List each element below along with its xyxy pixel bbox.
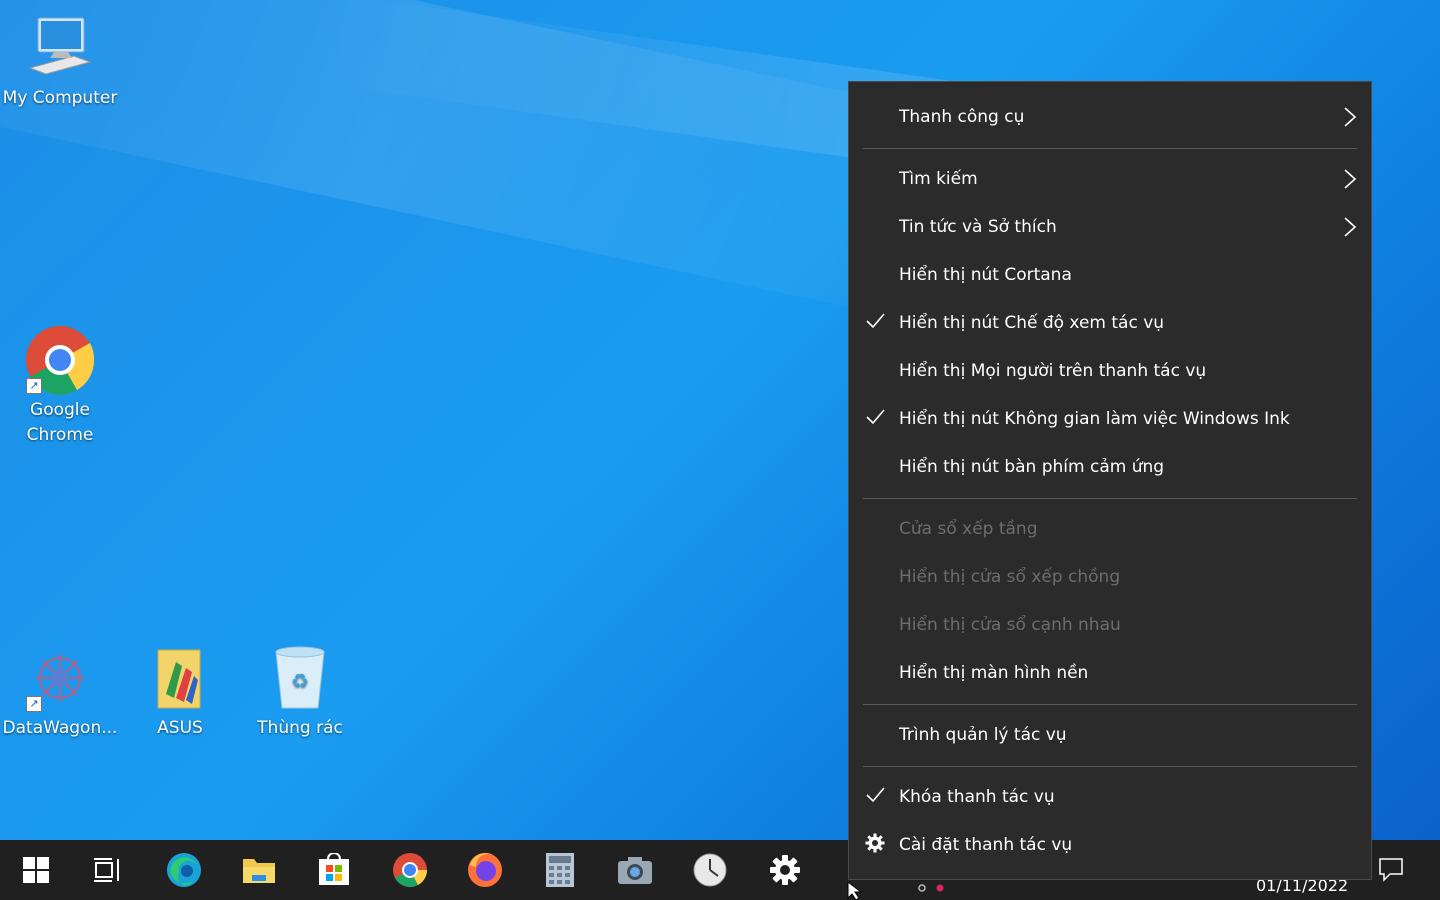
menu-item-label: Cài đặt thanh tác vụ (899, 835, 1073, 855)
task-view-button[interactable] (86, 850, 130, 890)
chevron-right-icon (1344, 169, 1357, 189)
menu-item-news-interests[interactable]: Tin tức và Sở thích (849, 204, 1371, 252)
menu-item-search[interactable]: Tìm kiếm (849, 156, 1371, 204)
chevron-right-icon (1344, 217, 1357, 237)
menu-item-show-people[interactable]: Hiển thị Mọi người trên thanh tác vụ (849, 348, 1371, 396)
desktop-icon-my-computer[interactable]: My Computer (0, 12, 120, 111)
menu-item-label: Hiển thị cửa sổ xếp chồng (899, 567, 1121, 587)
menu-separator (863, 148, 1357, 149)
clock-icon (693, 853, 727, 887)
svg-text:♻: ♻ (291, 669, 309, 693)
recycle-bin-icon: ♻ (264, 642, 336, 714)
file-explorer-icon (243, 859, 275, 883)
calculator-app[interactable] (538, 850, 582, 890)
menu-item-stacked-windows: Hiển thị cửa sổ xếp chồng (849, 554, 1371, 602)
settings-app[interactable] (763, 850, 807, 890)
menu-item-label: Thanh công cụ (899, 107, 1025, 127)
desktop-icon-datawagon[interactable]: ↗ DataWagon... (0, 642, 120, 741)
menu-item-label: Hiển thị nút bàn phím cảm ứng (899, 457, 1165, 477)
desktop-icon-label: My Computer (2, 88, 118, 108)
store-app[interactable] (312, 850, 356, 890)
taskbar-context-menu: Thanh công cụ Tìm kiếm Tin tức và Sở thí… (848, 81, 1372, 880)
tray-status-icons[interactable] (918, 878, 948, 897)
menu-separator (863, 766, 1357, 767)
desktop-icon-label: Google Chrome (26, 400, 94, 445)
menu-item-show-task-view[interactable]: Hiển thị nút Chế độ xem tác vụ (849, 300, 1371, 348)
checkmark-icon (866, 313, 885, 329)
menu-item-label: Cửa sổ xếp tầng (899, 519, 1038, 539)
menu-item-task-manager[interactable]: Trình quản lý tác vụ (849, 712, 1371, 760)
chrome-icon: ↗ (24, 324, 96, 396)
shortcut-arrow-icon: ↗ (26, 378, 42, 394)
firefox-app[interactable] (463, 850, 507, 890)
menu-item-label: Hiển thị nút Cortana (899, 265, 1072, 285)
menu-item-lock-taskbar[interactable]: Khóa thanh tác vụ (849, 774, 1371, 822)
settings-icon (770, 855, 800, 885)
edge-icon (167, 853, 201, 887)
menu-item-label: Tìm kiếm (899, 169, 978, 189)
datawagon-icon: ↗ (24, 642, 96, 714)
mouse-cursor-icon (847, 880, 863, 900)
chevron-right-icon (1344, 107, 1357, 127)
chrome-app[interactable] (388, 850, 432, 890)
checkmark-icon (866, 409, 885, 425)
desktop-icon-recycle-bin[interactable]: ♻ Thùng rác (240, 642, 360, 741)
menu-item-show-touch-keyboard[interactable]: Hiển thị nút bàn phím cảm ứng (849, 444, 1371, 492)
gear-icon (865, 833, 885, 853)
shortcut-arrow-icon: ↗ (26, 696, 42, 712)
notification-icon[interactable] (1378, 856, 1404, 886)
menu-item-show-desktop[interactable]: Hiển thị màn hình nền (849, 650, 1371, 698)
edge-app[interactable] (162, 850, 206, 890)
menu-item-cascade-windows: Cửa sổ xếp tầng (849, 506, 1371, 554)
camera-icon (618, 857, 652, 884)
menu-separator (863, 704, 1357, 705)
menu-item-label: Hiển thị Mọi người trên thanh tác vụ (899, 361, 1207, 381)
desktop-icon-google-chrome[interactable]: ↗ Google Chrome (0, 324, 120, 448)
desktop-icon-label: Thùng rác (257, 718, 343, 738)
folder-icon (144, 642, 216, 714)
menu-item-label: Tin tức và Sở thích (899, 217, 1057, 237)
menu-item-show-windows-ink[interactable]: Hiển thị nút Không gian làm việc Windows… (849, 396, 1371, 444)
menu-item-label: Hiển thị màn hình nền (899, 663, 1089, 683)
menu-item-label: Trình quản lý tác vụ (899, 725, 1067, 745)
computer-icon (24, 12, 96, 84)
desktop-icon-label: ASUS (157, 718, 203, 738)
task-view-icon (94, 858, 119, 882)
store-icon (319, 853, 349, 885)
firefox-icon (468, 853, 502, 887)
menu-item-label: Hiển thị nút Chế độ xem tác vụ (899, 313, 1165, 333)
menu-separator (863, 498, 1357, 499)
clock-app[interactable] (688, 850, 732, 890)
calculator-icon (546, 853, 574, 887)
start-button[interactable] (14, 850, 58, 890)
menu-item-label: Hiển thị cửa sổ cạnh nhau (899, 615, 1121, 635)
desktop-icon-asus[interactable]: ASUS (120, 642, 240, 741)
menu-item-label: Khóa thanh tác vụ (899, 787, 1055, 807)
menu-item-toolbars[interactable]: Thanh công cụ (849, 94, 1371, 142)
menu-item-show-cortana[interactable]: Hiển thị nút Cortana (849, 252, 1371, 300)
windows-logo-icon (23, 857, 49, 883)
file-explorer-app[interactable] (237, 850, 281, 890)
desktop-icon-label: DataWagon... (2, 718, 118, 738)
chrome-icon (393, 853, 427, 887)
menu-item-label: Hiển thị nút Không gian làm việc Windows… (899, 409, 1290, 429)
menu-item-taskbar-settings[interactable]: Cài đặt thanh tác vụ (849, 822, 1371, 870)
checkmark-icon (866, 787, 885, 803)
camera-app[interactable] (613, 850, 657, 890)
menu-item-side-by-side: Hiển thị cửa sổ cạnh nhau (849, 602, 1371, 650)
